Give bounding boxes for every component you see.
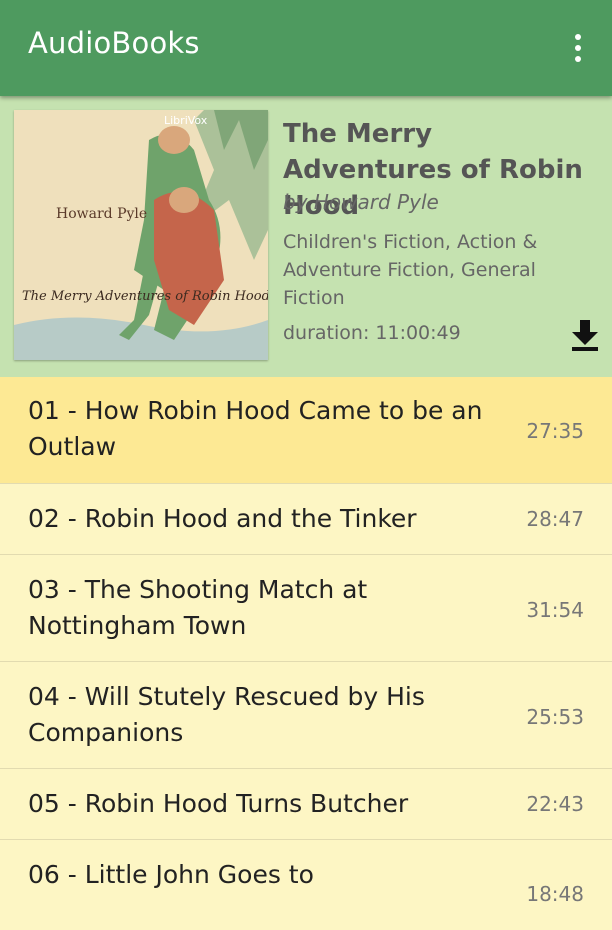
chapter-duration: 22:43	[526, 792, 584, 816]
chapter-duration: 28:47	[526, 507, 584, 531]
app-title: AudioBooks	[28, 26, 200, 60]
chapter-duration: 27:35	[526, 419, 584, 443]
chapter-title: 05 - Robin Hood Turns Butcher	[28, 789, 409, 818]
chapter-title: 01 - How Robin Hood Came to be an Outlaw	[28, 396, 483, 461]
chapter-row[interactable]: 01 - How Robin Hood Came to be an Outlaw…	[0, 377, 612, 484]
chapter-row[interactable]: 03 - The Shooting Match at Nottingham To…	[0, 555, 612, 662]
cover-author-text: Howard Pyle	[56, 206, 147, 222]
download-icon[interactable]	[568, 318, 602, 352]
chapter-row[interactable]: 04 - Will Stutely Rescued by His Compani…	[0, 662, 612, 769]
app-bar: AudioBooks	[0, 0, 612, 96]
chapter-title: 04 - Will Stutely Rescued by His Compani…	[28, 682, 425, 747]
chapter-title: 02 - Robin Hood and the Tinker	[28, 504, 417, 533]
chapter-title: 06 - Little John Goes to	[28, 860, 314, 889]
chapter-duration: 31:54	[526, 598, 584, 622]
chapter-title: 03 - The Shooting Match at Nottingham To…	[28, 575, 368, 640]
cover-title-text: The Merry Adventures of Robin Hood	[22, 289, 268, 304]
chapter-row[interactable]: 02 - Robin Hood and the Tinker 28:47	[0, 484, 612, 555]
book-genres: Children's Fiction, Action & Adventure F…	[283, 231, 538, 309]
more-options-icon[interactable]	[570, 34, 586, 64]
chapter-row[interactable]: 06 - Little John Goes to 18:48	[0, 840, 612, 930]
book-duration: duration: 11:00:49	[283, 322, 461, 344]
chapter-duration: 18:48	[526, 882, 584, 906]
book-header: Howard Pyle The Merry Adventures of Robi…	[0, 96, 612, 377]
book-cover-image: Howard Pyle The Merry Adventures of Robi…	[14, 110, 268, 360]
cover-logo-text: LibriVox	[164, 114, 208, 127]
chapter-row[interactable]: 05 - Robin Hood Turns Butcher 22:43	[0, 769, 612, 840]
chapter-duration: 25:53	[526, 705, 584, 729]
book-author: by Howard Pyle	[283, 190, 439, 214]
